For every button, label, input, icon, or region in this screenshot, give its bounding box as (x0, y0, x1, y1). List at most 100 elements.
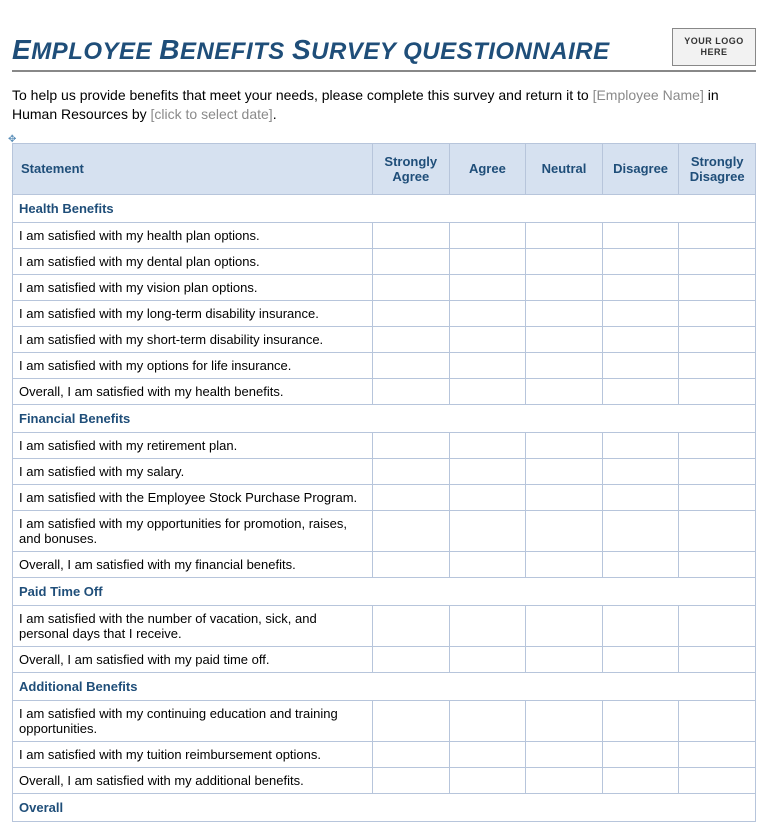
response-cell[interactable] (679, 700, 756, 741)
response-cell[interactable] (449, 646, 526, 672)
response-cell[interactable] (526, 378, 603, 404)
response-cell[interactable] (373, 378, 450, 404)
table-row: I am satisfied with my long-term disabil… (13, 300, 756, 326)
response-cell[interactable] (602, 222, 679, 248)
response-cell[interactable] (602, 326, 679, 352)
table-row: I am satisfied with my vision plan optio… (13, 274, 756, 300)
response-cell[interactable] (602, 767, 679, 793)
response-cell[interactable] (373, 646, 450, 672)
response-cell[interactable] (449, 458, 526, 484)
response-cell[interactable] (373, 352, 450, 378)
response-cell[interactable] (679, 484, 756, 510)
response-cell[interactable] (679, 510, 756, 551)
response-cell[interactable] (373, 700, 450, 741)
response-cell[interactable] (679, 767, 756, 793)
response-cell[interactable] (526, 222, 603, 248)
response-cell[interactable] (602, 484, 679, 510)
response-cell[interactable] (373, 248, 450, 274)
response-cell[interactable] (526, 646, 603, 672)
response-cell[interactable] (449, 510, 526, 551)
response-cell[interactable] (679, 646, 756, 672)
statement-cell: I am satisfied with my continuing educat… (13, 700, 373, 741)
response-cell[interactable] (526, 605, 603, 646)
statement-cell: Overall, I am satisfied with my addition… (13, 767, 373, 793)
statement-cell: I am satisfied with my opportunities for… (13, 510, 373, 551)
date-placeholder[interactable]: [click to select date] (151, 106, 273, 122)
statement-cell: I am satisfied with my long-term disabil… (13, 300, 373, 326)
response-cell[interactable] (526, 432, 603, 458)
response-cell[interactable] (449, 274, 526, 300)
response-cell[interactable] (602, 510, 679, 551)
response-cell[interactable] (373, 432, 450, 458)
response-cell[interactable] (526, 248, 603, 274)
response-cell[interactable] (602, 432, 679, 458)
response-cell[interactable] (449, 326, 526, 352)
col-strongly-agree: Strongly Agree (373, 143, 450, 194)
response-cell[interactable] (679, 378, 756, 404)
response-cell[interactable] (526, 458, 603, 484)
col-neutral: Neutral (526, 143, 603, 194)
section-row: Additional Benefits (13, 672, 756, 700)
response-cell[interactable] (679, 605, 756, 646)
response-cell[interactable] (373, 551, 450, 577)
response-cell[interactable] (526, 274, 603, 300)
response-cell[interactable] (373, 458, 450, 484)
response-cell[interactable] (602, 700, 679, 741)
response-cell[interactable] (449, 300, 526, 326)
response-cell[interactable] (526, 741, 603, 767)
response-cell[interactable] (373, 510, 450, 551)
response-cell[interactable] (449, 605, 526, 646)
response-cell[interactable] (449, 248, 526, 274)
response-cell[interactable] (602, 458, 679, 484)
response-cell[interactable] (373, 484, 450, 510)
response-cell[interactable] (449, 378, 526, 404)
response-cell[interactable] (449, 767, 526, 793)
response-cell[interactable] (602, 605, 679, 646)
response-cell[interactable] (373, 741, 450, 767)
response-cell[interactable] (373, 222, 450, 248)
response-cell[interactable] (373, 326, 450, 352)
response-cell[interactable] (449, 551, 526, 577)
response-cell[interactable] (602, 248, 679, 274)
response-cell[interactable] (373, 605, 450, 646)
response-cell[interactable] (602, 352, 679, 378)
response-cell[interactable] (679, 248, 756, 274)
response-cell[interactable] (526, 326, 603, 352)
section-row: Financial Benefits (13, 404, 756, 432)
employee-name-placeholder[interactable]: [Employee Name] (593, 87, 704, 103)
response-cell[interactable] (679, 352, 756, 378)
response-cell[interactable] (679, 432, 756, 458)
response-cell[interactable] (449, 700, 526, 741)
response-cell[interactable] (526, 510, 603, 551)
response-cell[interactable] (449, 484, 526, 510)
response-cell[interactable] (602, 741, 679, 767)
response-cell[interactable] (679, 274, 756, 300)
response-cell[interactable] (373, 274, 450, 300)
table-row: I am satisfied with my tuition reimburse… (13, 741, 756, 767)
response-cell[interactable] (679, 326, 756, 352)
table-row: Overall, I am satisfied with my financia… (13, 551, 756, 577)
response-cell[interactable] (679, 222, 756, 248)
survey-table: Statement Strongly Agree Agree Neutral D… (12, 143, 756, 822)
response-cell[interactable] (602, 274, 679, 300)
response-cell[interactable] (679, 458, 756, 484)
response-cell[interactable] (679, 741, 756, 767)
response-cell[interactable] (449, 222, 526, 248)
response-cell[interactable] (526, 352, 603, 378)
response-cell[interactable] (526, 700, 603, 741)
response-cell[interactable] (373, 767, 450, 793)
response-cell[interactable] (679, 300, 756, 326)
response-cell[interactable] (526, 551, 603, 577)
response-cell[interactable] (679, 551, 756, 577)
response-cell[interactable] (526, 300, 603, 326)
response-cell[interactable] (602, 646, 679, 672)
response-cell[interactable] (449, 352, 526, 378)
response-cell[interactable] (526, 767, 603, 793)
response-cell[interactable] (449, 741, 526, 767)
response-cell[interactable] (526, 484, 603, 510)
response-cell[interactable] (602, 378, 679, 404)
response-cell[interactable] (602, 551, 679, 577)
response-cell[interactable] (373, 300, 450, 326)
response-cell[interactable] (449, 432, 526, 458)
response-cell[interactable] (602, 300, 679, 326)
